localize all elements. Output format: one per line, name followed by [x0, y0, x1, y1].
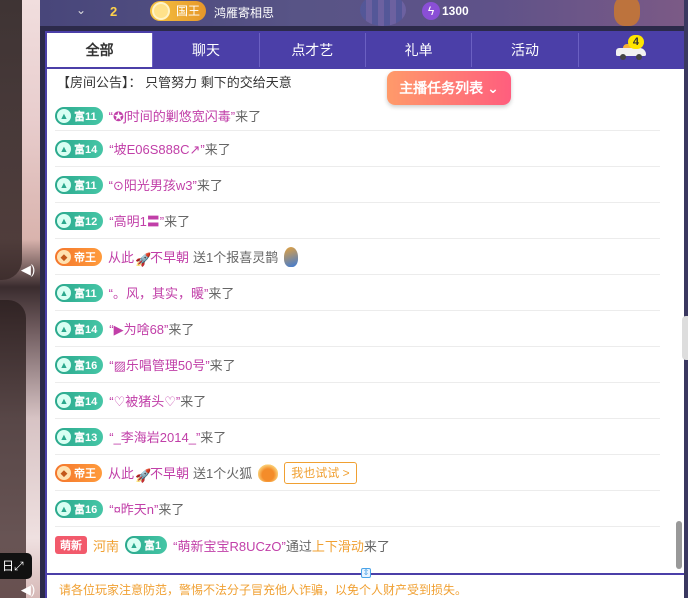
- list-item: ▲ 富14 “坡E06S888C↗” 来了: [55, 131, 660, 167]
- list-item: ▲ 富11 “⊙阳光男孩w3” 来了: [55, 167, 660, 203]
- chevron-down-icon: ⌄: [487, 80, 499, 96]
- user-name[interactable]: “坡E06S888C↗”: [109, 139, 204, 158]
- room-notice: 【房间公告】： 只管努力 剩下的交给天意 主播任务列表 ⌄: [47, 69, 684, 105]
- anchor-task-list-button[interactable]: 主播任务列表 ⌄: [387, 71, 511, 105]
- side-expand-handle[interactable]: [682, 316, 688, 360]
- volume-icon[interactable]: ◀): [20, 262, 36, 278]
- wealth-badge: ▲ 富14: [55, 391, 104, 410]
- notice-label: 【房间公告】：: [57, 75, 142, 90]
- list-item: ▲ 富11 “✪ʃ时间的剿悠宽闪毒” 来了: [55, 101, 660, 131]
- list-item: ▲ 富12 “高明1〓” 来了: [55, 203, 660, 239]
- video-figure: [0, 0, 22, 280]
- crown-gem-icon: [152, 2, 170, 20]
- user-name[interactable]: 从此🚀不早朝: [108, 247, 189, 267]
- list-item: ▲ 富16 “▨乐唱管理50号” 来了: [55, 347, 660, 383]
- list-item: ▲ 富11 “。风，其实，暖” 来了: [55, 275, 660, 311]
- user-name[interactable]: “▨乐唱管理50号”: [109, 355, 209, 374]
- wealth-badge: ▲ 富1: [125, 536, 168, 554]
- list-item: ▲ 富14 “♡被猪头♡” 来了: [55, 383, 660, 419]
- wealth-badge: ▲ 富12: [55, 211, 104, 230]
- list-item: ◆ 帝王 从此🚀不早朝 送1个报喜灵鹊: [55, 239, 660, 275]
- right-edge-bar: [684, 0, 688, 598]
- wealth-icon: ▲: [57, 285, 71, 300]
- points-value: 1300: [442, 4, 469, 18]
- user-name[interactable]: “_李海岩2014_”: [109, 427, 200, 446]
- volume-icon-lower[interactable]: ◀): [20, 582, 36, 598]
- tab-car[interactable]: 4: [577, 33, 684, 67]
- wealth-icon: ▲: [57, 213, 71, 228]
- wealth-badge: ▲ 富16: [55, 499, 104, 518]
- wealth-badge: ▲ 富14: [55, 139, 104, 158]
- wealth-icon: ▲: [57, 177, 71, 192]
- scrollbar[interactable]: [676, 521, 682, 569]
- wealth-icon: ▲: [57, 501, 71, 516]
- user-name[interactable]: 鸿雁寄相思: [214, 4, 274, 21]
- level-number: 2: [110, 4, 118, 19]
- user-name[interactable]: “¤昨天n”: [109, 499, 158, 518]
- balloon-decoration: [360, 0, 406, 26]
- user-name[interactable]: “高明1〓”: [109, 211, 164, 230]
- user-info-bar: ⌄ 2 国王 鸿雁寄相思 ϟ 1300: [40, 0, 688, 26]
- emperor-icon: ◆: [57, 465, 71, 480]
- wealth-badge: ▲ 富16: [55, 355, 104, 374]
- rank-badge: 国王: [150, 1, 206, 21]
- lantern-decoration: [614, 0, 640, 26]
- list-item: ▲ 富16 “¤昨天n” 来了: [55, 491, 660, 527]
- wealth-icon: ▲: [57, 393, 71, 408]
- fox-gift-icon: [258, 463, 279, 482]
- list-item: 萌新 河南 ▲ 富1 “萌新宝宝R8UCzO” 通过 上下滑动 来了: [55, 527, 660, 563]
- wealth-icon: ▲: [57, 141, 71, 156]
- video-preview[interactable]: ◀) 日⤢ ◀): [0, 0, 40, 598]
- chat-panel: 全部 聊天 点才艺 礼单 活动 4 【房间公告】： 只管努力 剩下的交给天意 主…: [45, 31, 686, 598]
- resize-handle-icon[interactable]: ⇕: [361, 568, 371, 578]
- wealth-badge: ▲ 富11: [55, 175, 103, 194]
- emperor-badge: ◆ 帝王: [55, 463, 102, 482]
- user-name[interactable]: “⊙阳光男孩w3”: [109, 175, 197, 194]
- user-name[interactable]: “▶为啥68”: [109, 319, 168, 338]
- region-label: 河南: [93, 538, 120, 554]
- emperor-badge: ◆ 帝王: [55, 247, 102, 266]
- user-name[interactable]: “✪ʃ时间的剿悠宽闪毒”: [109, 106, 235, 125]
- notice-text: 只管努力 剩下的交给天意: [145, 75, 292, 90]
- wealth-icon: ▲: [57, 108, 71, 123]
- fraud-warning: 请各位玩家注意防范，警惕不法分子冒充他人诈骗，以免个人财产受到损失。: [59, 583, 468, 597]
- tab-request-talent[interactable]: 点才艺: [258, 33, 365, 67]
- emperor-icon: ◆: [57, 249, 71, 264]
- wealth-icon: ▲: [127, 538, 142, 552]
- wealth-icon: ▲: [57, 429, 71, 444]
- try-it-button[interactable]: 我也试试 >: [284, 461, 357, 484]
- car-count-badge: 4: [627, 35, 644, 49]
- list-item: ◆ 帝王 从此🚀不早朝 送1个火狐 我也试试 >: [55, 455, 660, 491]
- user-name[interactable]: “♡被猪头♡”: [109, 391, 180, 410]
- lightning-icon: ϟ: [422, 2, 440, 20]
- wealth-badge: ▲ 富11: [55, 106, 103, 125]
- wealth-badge: ▲ 富13: [55, 427, 104, 446]
- wealth-icon: ▲: [57, 357, 71, 372]
- list-item: ▲ 富14 “▶为啥68” 来了: [55, 311, 660, 347]
- user-name[interactable]: “萌新宝宝R8UCzO”: [173, 536, 286, 555]
- list-item: ▲ 富13 “_李海岩2014_” 来了: [55, 419, 660, 455]
- wealth-badge: ▲ 富14: [55, 319, 104, 338]
- entry-method-link[interactable]: 上下滑动: [312, 536, 364, 555]
- tab-bar: 全部 聊天 点才艺 礼单 活动 4: [47, 33, 684, 69]
- expand-icon: ⤢: [14, 559, 24, 573]
- tab-all[interactable]: 全部: [47, 33, 153, 67]
- tab-activity[interactable]: 活动: [471, 33, 578, 67]
- day-button[interactable]: 日⤢: [0, 553, 32, 579]
- rocket-icon: 🚀: [135, 468, 152, 483]
- chevron-down-icon[interactable]: ⌄: [76, 3, 86, 17]
- tab-chat[interactable]: 聊天: [152, 33, 259, 67]
- tab-gift-list[interactable]: 礼单: [364, 33, 472, 67]
- wealth-badge: ▲ 富11: [55, 283, 103, 302]
- newbie-tag: 萌新: [55, 536, 87, 554]
- magpie-gift-icon: [284, 246, 299, 267]
- message-list[interactable]: ▲ 富11 “✪ʃ时间的剿悠宽闪毒” 来了 ▲ 富14 “坡E06S888C↗” 来了 …: [47, 101, 672, 571]
- rocket-icon: 🚀: [135, 252, 152, 267]
- user-name[interactable]: “。风，其实，暖”: [109, 283, 209, 302]
- wealth-icon: ▲: [57, 321, 71, 336]
- user-name[interactable]: 从此🚀不早朝: [108, 463, 189, 483]
